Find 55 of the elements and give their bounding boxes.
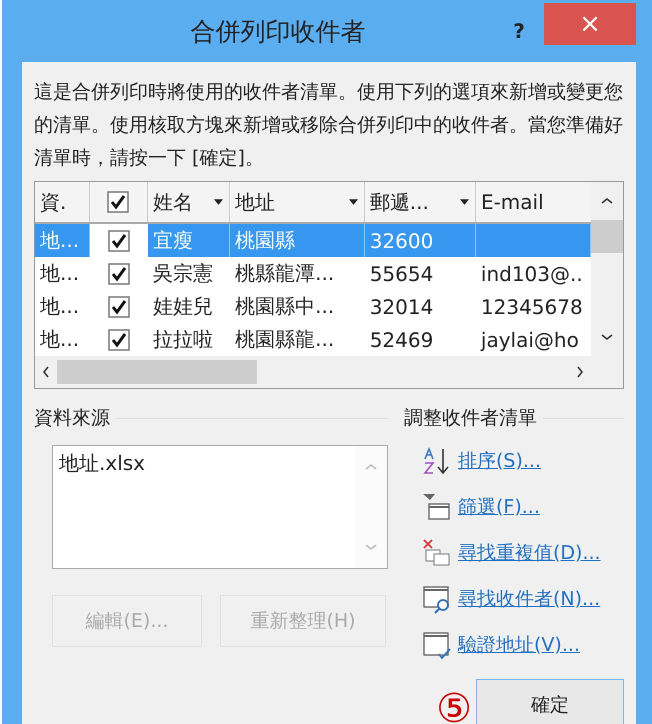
- scroll-up-icon[interactable]: [600, 196, 614, 206]
- row-checkbox[interactable]: [108, 230, 130, 252]
- table-cell-text: jaylai@ho: [480, 326, 580, 354]
- select-all-checkbox[interactable]: [107, 191, 130, 213]
- scrollbar-thumb[interactable]: [57, 360, 257, 384]
- vertical-scrollbar[interactable]: [591, 182, 623, 388]
- column-header[interactable]: 資.: [35, 182, 90, 222]
- row-checkbox[interactable]: [108, 296, 130, 318]
- step-annotation: ⑤: [436, 687, 472, 724]
- row-checkbox[interactable]: [108, 262, 130, 284]
- table-cell-text: 地...: [39, 293, 80, 320]
- table-cell-text: 娃娃兒: [152, 293, 214, 320]
- table-cell-text: 12345678: [480, 294, 584, 320]
- table-cell-text: 桃園縣龍...: [234, 326, 336, 353]
- row-checkbox[interactable]: [108, 328, 130, 350]
- data-source-list[interactable]: 地址.xlsx: [52, 445, 388, 569]
- ok-button[interactable]: 確定: [476, 679, 624, 724]
- dropdown-arrow-icon[interactable]: [460, 199, 469, 205]
- list-item[interactable]: 地址.xlsx: [59, 450, 146, 477]
- filter-icon[interactable]: [422, 492, 452, 522]
- description-text: 這是合併列印時將使用的收件者清單。使用下列的選項來新增或變更您的清單。使用核取方塊來新增或移除合併列印中的收件者。當您準備好清單時，請按一下 [確定]。: [34, 80, 624, 171]
- scroll-right-icon[interactable]: [575, 365, 585, 379]
- section-label: 調整收件者清單: [404, 406, 537, 431]
- close-button[interactable]: ×: [544, 3, 636, 45]
- section-label: 資料來源: [34, 406, 110, 431]
- refine-link[interactable]: 尋找收件者(N)...: [458, 586, 600, 612]
- refine-link[interactable]: 驗證地址(V)...: [458, 632, 580, 658]
- table-cell-text: 吳宗憲: [152, 260, 214, 287]
- column-header[interactable]: 地址: [230, 182, 365, 222]
- table-cell-text: 地...: [39, 260, 80, 287]
- table-cell-text: 桃縣龍潭...: [234, 260, 336, 287]
- column-header[interactable]: 姓名: [148, 182, 230, 222]
- table-cell-text: 拉拉啦: [152, 326, 214, 353]
- scroll-down-icon[interactable]: [600, 332, 614, 342]
- column-header[interactable]: 郵遞...: [364, 182, 476, 222]
- window-title: 合併列印收件者: [190, 16, 366, 48]
- find-icon[interactable]: [422, 584, 452, 614]
- refine-link[interactable]: 排序(S)...: [458, 448, 542, 474]
- scroll-left-icon[interactable]: [41, 365, 51, 379]
- help-button[interactable]: ?: [494, 18, 544, 44]
- horizontal-scrollbar[interactable]: [35, 356, 591, 388]
- table-cell-text: 32014: [368, 294, 434, 320]
- table-cell-text: 地...: [39, 326, 80, 353]
- table-cell-text: 桃園縣中...: [234, 293, 336, 320]
- table-cell-text: ind103@..: [480, 260, 584, 288]
- validate-icon[interactable]: [422, 630, 452, 660]
- column-header[interactable]: E-mail: [476, 182, 592, 222]
- refine-link[interactable]: 尋找重複值(D)...: [458, 540, 601, 566]
- dropdown-arrow-icon[interactable]: [214, 199, 224, 205]
- table-cell-text: 55654: [368, 260, 434, 288]
- refine-link[interactable]: 篩選(F)...: [458, 494, 540, 520]
- dropdown-arrow-icon[interactable]: [348, 199, 358, 205]
- table-cell-text: 52469: [368, 326, 434, 354]
- duplicates-icon[interactable]: [422, 538, 452, 568]
- scrollbar-thumb[interactable]: [591, 220, 623, 253]
